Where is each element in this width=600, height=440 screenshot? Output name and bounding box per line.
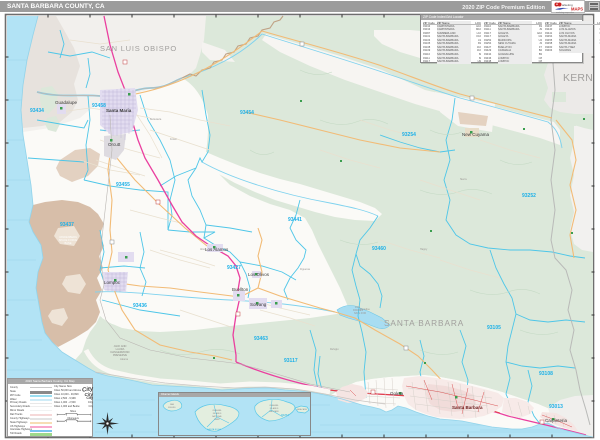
svg-text:93434: 93434 — [30, 108, 44, 114]
svg-text:93254: 93254 — [281, 413, 289, 417]
svg-text:Los Alamos: Los Alamos — [205, 247, 229, 252]
svg-text:PARK: PARK — [214, 418, 220, 421]
svg-text:93436: 93436 — [133, 303, 147, 309]
svg-text:Happy: Happy — [420, 248, 428, 251]
svg-text:93458: 93458 — [92, 103, 106, 109]
svg-text:Refugio: Refugio — [330, 348, 339, 351]
svg-text:ANACAPA: ANACAPA — [297, 408, 307, 411]
svg-text:KERN: KERN — [563, 72, 593, 84]
svg-text:Sierra: Sierra — [460, 178, 467, 181]
svg-text:Solvang: Solvang — [250, 302, 267, 307]
svg-text:93013: 93013 — [549, 404, 563, 410]
svg-text:CHANNEL: CHANNEL — [269, 404, 279, 407]
svg-text:Orcutt: Orcutt — [108, 142, 121, 147]
svg-text:93454: 93454 — [240, 110, 254, 116]
svg-text:SAN LUIS OBISPO: SAN LUIS OBISPO — [100, 44, 177, 53]
svg-text:93441: 93441 — [288, 217, 302, 223]
svg-text:NATL FOR: NATL FOR — [354, 312, 366, 315]
svg-text:Miles: Miles — [70, 410, 76, 413]
svg-text:NAT PARK: NAT PARK — [269, 410, 279, 413]
svg-text:Betteravia: Betteravia — [150, 118, 162, 121]
svg-text:93455: 93455 — [116, 182, 130, 188]
svg-text:Los Olivos: Los Olivos — [248, 272, 270, 277]
svg-text:Buellton: Buellton — [232, 287, 249, 292]
svg-text:SAN: SAN — [170, 403, 175, 406]
svg-text:Foxen: Foxen — [170, 138, 178, 141]
svg-text:93460: 93460 — [372, 246, 386, 252]
svg-text:SANTA BARBARA: SANTA BARBARA — [384, 318, 464, 328]
svg-text:Jalama: Jalama — [120, 358, 129, 361]
svg-text:NATIONAL: NATIONAL — [212, 415, 223, 418]
svg-text:93463: 93463 — [254, 336, 268, 342]
svg-text:93117: 93117 — [284, 358, 298, 364]
svg-text:Goleta: Goleta — [390, 391, 404, 396]
svg-text:93105: 93105 — [487, 325, 501, 331]
svg-text:Santa Barbara: Santa Barbara — [452, 405, 483, 410]
svg-text:93254: 93254 — [402, 132, 416, 138]
svg-text:Alisos: Alisos — [200, 248, 207, 251]
svg-text:SANTA ROSA: SANTA ROSA — [207, 428, 221, 431]
svg-text:MAPS: MAPS — [571, 7, 583, 12]
svg-text:ISLANDS: ISLANDS — [213, 412, 222, 415]
svg-text:Carpinteria: Carpinteria — [545, 418, 568, 423]
svg-text:MIGUEL: MIGUEL — [168, 407, 177, 409]
svg-text:BASE: BASE — [65, 241, 72, 245]
svg-text:Lompoc: Lompoc — [104, 280, 121, 285]
svg-text:93437: 93437 — [60, 222, 74, 228]
svg-text:Santa Maria: Santa Maria — [106, 108, 132, 113]
svg-text:ISLANDS: ISLANDS — [270, 407, 279, 410]
svg-text:93427: 93427 — [227, 265, 241, 271]
svg-text:PRESERVE: PRESERVE — [113, 353, 127, 357]
svg-text:New Cuyama: New Cuyama — [462, 132, 490, 137]
svg-text:Guadalupe: Guadalupe — [55, 100, 78, 105]
svg-text:Figueroa: Figueroa — [300, 268, 310, 271]
svg-text:93252: 93252 — [522, 193, 536, 199]
svg-text:CHANNEL: CHANNEL — [212, 409, 222, 412]
svg-text:93108: 93108 — [539, 371, 553, 377]
